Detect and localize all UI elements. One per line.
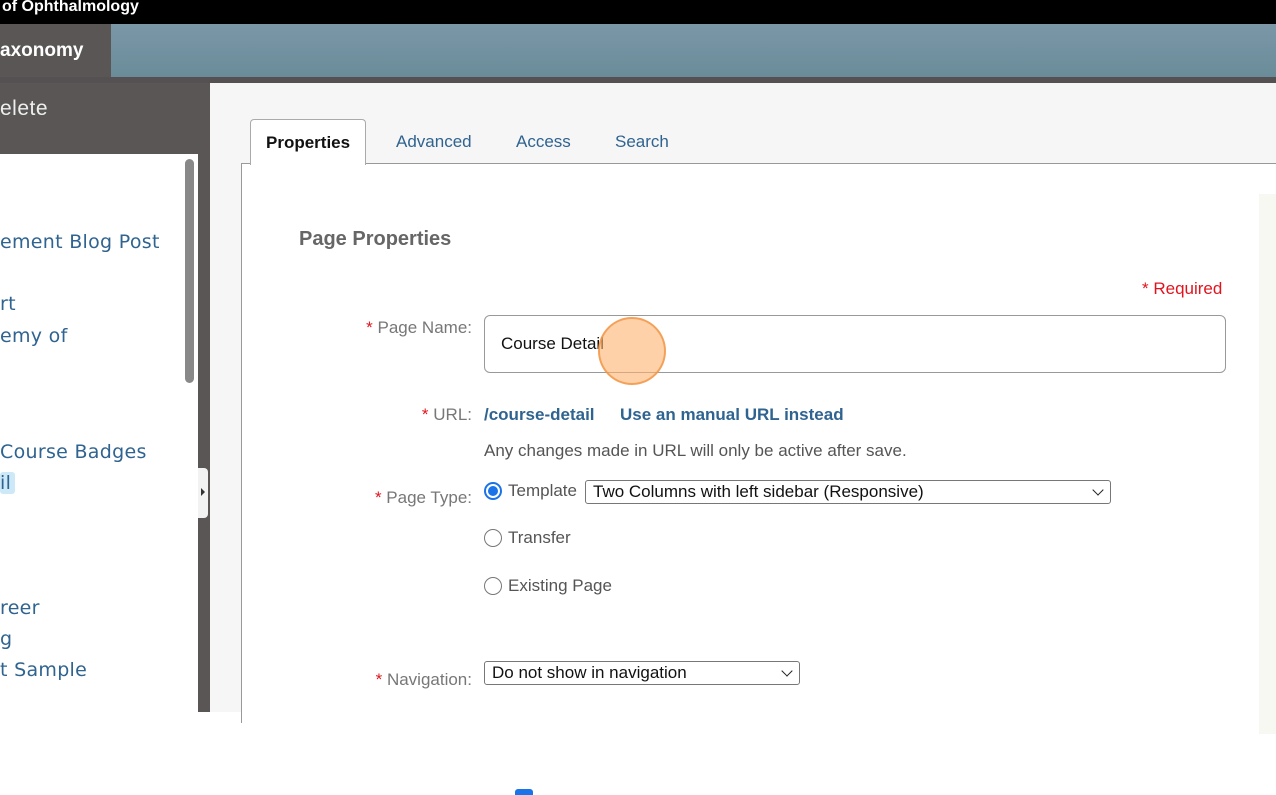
page-name-label-text: Page Name: <box>377 318 473 337</box>
radio-label: Template <box>508 481 577 500</box>
required-star: * <box>366 318 373 337</box>
tree-item[interactable]: rt <box>0 293 16 315</box>
required-note: * Required <box>1142 279 1223 298</box>
checkbox[interactable] <box>515 789 533 795</box>
navigation-label-text: Navigation: <box>386 670 472 689</box>
page-name-input[interactable]: Course Detail <box>484 315 1226 373</box>
url-hint: Any changes made in URL will only be act… <box>484 441 907 460</box>
site-title: of Ophthalmology <box>2 0 139 15</box>
nav-item-taxonomy[interactable]: axonomy <box>0 24 111 77</box>
navigation-select-value: Do not show in navigation <box>492 663 687 682</box>
collapse-panel-handle[interactable] <box>198 468 208 518</box>
template-select-value: Two Columns with left sidebar (Responsiv… <box>593 482 924 501</box>
main-navbar: axonomy <box>0 24 1276 77</box>
right-column <box>1259 194 1276 734</box>
template-select[interactable]: Two Columns with left sidebar (Responsiv… <box>585 480 1111 504</box>
tree-item[interactable]: t Sample <box>0 659 87 681</box>
site-title-bar: of Ophthalmology <box>0 0 1276 24</box>
navigation-label: * Navigation: <box>272 670 472 690</box>
tree-scrollbar[interactable] <box>185 159 194 383</box>
required-star: * <box>374 488 382 507</box>
radio-existing-page[interactable]: Existing Page <box>484 576 612 596</box>
page-type-label-text: Page Type: <box>386 488 472 507</box>
radio-template[interactable]: Template <box>484 481 577 501</box>
chevron-down-icon <box>781 665 793 677</box>
required-star: * <box>421 405 429 424</box>
radio-button[interactable] <box>484 529 502 547</box>
radio-button-checked[interactable] <box>484 482 502 500</box>
delete-button[interactable]: elete <box>0 97 48 121</box>
chevron-down-icon <box>1092 484 1104 496</box>
tree-item[interactable]: ement Blog Post <box>0 231 160 253</box>
required-star: * <box>375 670 383 689</box>
tab-search[interactable]: Search <box>615 119 669 164</box>
manual-url-link[interactable]: Use an manual URL instead <box>620 405 844 425</box>
page-type-label: * Page Type: <box>272 488 472 508</box>
tree-item[interactable]: Course Badges <box>0 441 147 463</box>
radio-transfer[interactable]: Transfer <box>484 528 571 548</box>
radio-label: Existing Page <box>508 576 612 595</box>
tab-properties[interactable]: Properties <box>250 119 367 165</box>
properties-panel: Page Properties * Required * Page Name: … <box>241 163 1276 795</box>
section-title: Page Properties <box>299 228 452 250</box>
page-tree: ement Blog Post rt emy of Course Badges … <box>0 154 198 714</box>
tab-access[interactable]: Access <box>516 119 571 164</box>
tree-item[interactable]: g <box>0 628 12 650</box>
url-label-text: URL: <box>433 405 472 424</box>
radio-button[interactable] <box>484 577 502 595</box>
navigation-select[interactable]: Do not show in navigation <box>484 661 800 685</box>
url-value: /course-detail <box>484 405 595 424</box>
page-tree-panel: elete ement Blog Post rt emy of Course B… <box>0 83 210 714</box>
radio-label: Transfer <box>508 528 571 547</box>
tab-advanced[interactable]: Advanced <box>396 119 472 164</box>
tree-item[interactable]: emy of <box>0 325 68 347</box>
tree-item-selected[interactable]: il <box>0 472 16 494</box>
tree-item[interactable]: reer <box>0 597 40 619</box>
page-editor: Properties Advanced Access Search Page P… <box>210 83 1276 795</box>
page-name-label: * Page Name: <box>272 318 472 338</box>
url-label: * URL: <box>272 405 472 425</box>
